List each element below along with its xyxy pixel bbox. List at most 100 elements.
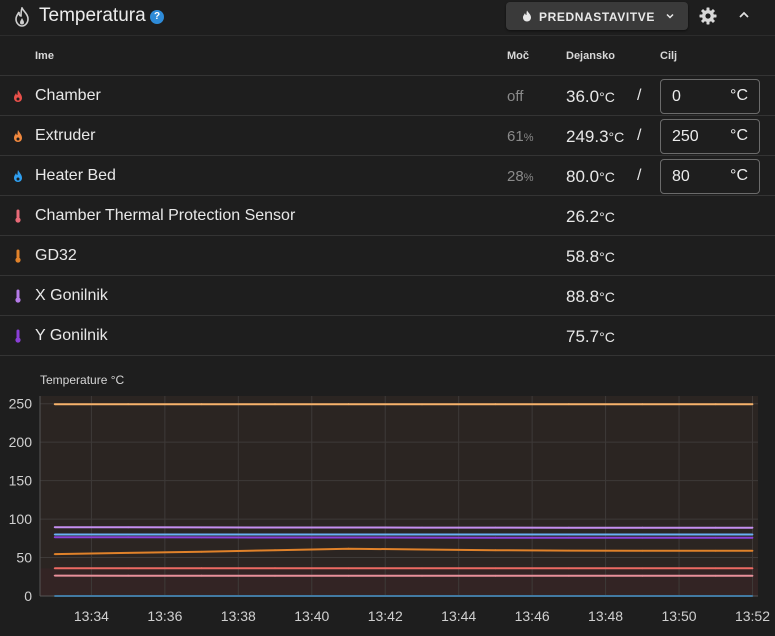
temperature-chart[interactable]: Temperature °C 0 50 100 150 200 250 13:34 13:36 1…	[0, 358, 775, 636]
data-point	[127, 403, 129, 406]
table-row[interactable]: Heater Bed 28% 80.0°C / °C	[0, 156, 775, 196]
data-point	[200, 526, 203, 529]
data-point	[274, 536, 276, 539]
series-line	[54, 536, 753, 539]
data-point	[714, 403, 717, 406]
data-point	[127, 552, 129, 554]
target-temp-field[interactable]: °C	[660, 79, 760, 114]
data-point	[641, 536, 644, 539]
target-temp-input[interactable]	[672, 128, 722, 146]
target-temp-input[interactable]	[672, 88, 722, 106]
plot-area	[40, 396, 758, 596]
column-name[interactable]: Ime	[35, 50, 54, 62]
data-point	[568, 536, 570, 539]
column-power[interactable]: Moč	[507, 50, 529, 62]
sensor-name[interactable]: X Gonilnik	[35, 287, 108, 305]
data-point	[200, 574, 203, 577]
heater-name[interactable]: Heater Bed	[35, 167, 116, 185]
thermometer-icon	[15, 329, 21, 343]
sensor-name[interactable]: Y Gonilnik	[35, 327, 108, 345]
data-point	[127, 526, 129, 529]
data-point	[274, 533, 276, 536]
data-point	[494, 549, 497, 552]
heater-power: 61%	[507, 128, 534, 145]
y-tick-label: 0	[24, 588, 32, 604]
presets-label: PREDNASTAVITVE	[539, 10, 655, 24]
data-point	[568, 526, 570, 529]
target-unit: °C	[730, 127, 748, 144]
separator: /	[637, 127, 642, 144]
data-point	[274, 526, 276, 529]
data-point	[347, 526, 350, 529]
panel-title: Temperatura	[39, 5, 146, 26]
data-point	[421, 548, 423, 551]
sensor-name[interactable]: Chamber Thermal Protection Sensor	[35, 207, 295, 225]
plot-band	[40, 568, 758, 596]
flame-icon	[14, 90, 22, 102]
thermometer-icon	[15, 209, 21, 223]
data-point	[751, 403, 754, 406]
data-point	[200, 533, 203, 536]
y-tick-label: 100	[9, 511, 33, 527]
data-point	[347, 567, 350, 570]
data-point	[494, 526, 497, 529]
table-row[interactable]: X Gonilnik 88.8°C	[0, 276, 775, 316]
table-row[interactable]: GD32 58.8°C	[0, 236, 775, 276]
data-point	[200, 536, 203, 539]
table-row[interactable]: Chamber off 36.0°C / °C	[0, 76, 775, 116]
data-point	[568, 533, 570, 536]
gear-icon[interactable]	[699, 7, 717, 25]
data-point	[53, 403, 56, 406]
heater-actual-temp: 36.0°C	[566, 87, 615, 106]
data-point	[347, 547, 350, 550]
data-point	[714, 574, 717, 577]
table-row[interactable]: Chamber Thermal Protection Sensor 26.2°C	[0, 196, 775, 236]
sensor-actual-temp: 58.8°C	[566, 247, 615, 266]
data-point	[127, 567, 129, 570]
x-tick-label: 13:44	[441, 608, 476, 624]
data-point	[53, 553, 56, 555]
data-point	[751, 533, 754, 536]
x-tick-label: 13:40	[294, 608, 329, 624]
chevron-down-icon	[666, 13, 674, 19]
help-icon[interactable]: ?	[150, 10, 164, 24]
data-point	[751, 567, 754, 570]
data-point	[347, 403, 350, 406]
data-point	[347, 536, 350, 539]
data-point	[494, 533, 497, 536]
presets-button[interactable]: PREDNASTAVITVE	[506, 2, 688, 30]
data-point	[127, 533, 129, 536]
x-tick-label: 13:46	[515, 608, 550, 624]
chart-title: Temperature °C	[40, 373, 124, 387]
table-row[interactable]: Extruder 61% 249.3°C / °C	[0, 116, 775, 156]
flame-icon	[14, 130, 22, 142]
panel-header: Temperatura ? PREDNASTAVITVE	[0, 0, 775, 36]
sensor-name[interactable]: GD32	[35, 247, 77, 265]
y-tick-label: 250	[9, 396, 33, 412]
y-tick-label: 200	[9, 434, 33, 450]
heater-name[interactable]: Chamber	[35, 87, 101, 105]
data-point	[714, 549, 717, 552]
data-point	[494, 574, 497, 577]
temperature-chart-panel: Temperature °C 0 50 100 150 200 250 13:34 13:36 1…	[0, 358, 775, 636]
data-point	[127, 574, 129, 577]
x-tick-label: 13:42	[368, 608, 403, 624]
target-temp-field[interactable]: °C	[660, 159, 760, 194]
data-point	[200, 550, 203, 553]
table-header: Ime Moč Dejansko Cilj	[0, 37, 775, 76]
data-point	[200, 567, 203, 570]
data-point	[274, 403, 276, 406]
heater-name[interactable]: Extruder	[35, 127, 95, 145]
column-target[interactable]: Cilj	[660, 50, 677, 62]
target-temp-input[interactable]	[672, 168, 722, 186]
chevron-up-icon[interactable]	[738, 10, 750, 20]
column-actual[interactable]: Dejansko	[566, 50, 615, 62]
table-row[interactable]: Y Gonilnik 75.7°C	[0, 316, 775, 356]
target-temp-field[interactable]: °C	[660, 119, 760, 154]
heaters-table: Ime Moč Dejansko Cilj Chamber off 36.0°C…	[0, 37, 775, 356]
data-point	[421, 536, 423, 539]
x-tick-label: 13:38	[221, 608, 256, 624]
data-point	[53, 533, 56, 536]
data-point	[421, 526, 423, 529]
data-point	[641, 549, 644, 552]
